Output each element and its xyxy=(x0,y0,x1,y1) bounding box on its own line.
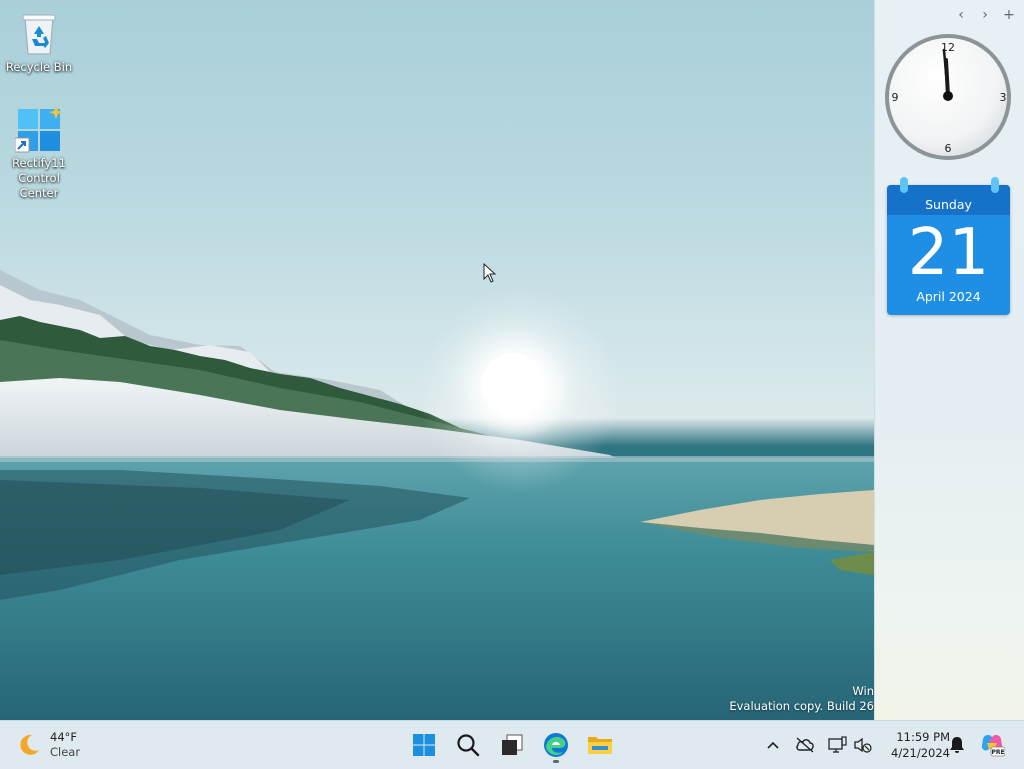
file-explorer-button[interactable] xyxy=(580,725,620,765)
evaluation-watermark: Win Evaluation copy. Build 26 xyxy=(729,684,874,714)
copilot-badge: PRE xyxy=(991,749,1004,756)
task-view-icon xyxy=(502,734,523,755)
copilot-button[interactable]: PRE xyxy=(978,733,1006,757)
sidebar-nav: ‹ › + xyxy=(953,6,1017,24)
moon-icon xyxy=(20,734,39,755)
network-icon xyxy=(828,736,847,753)
sidebar-add-gadget-button[interactable]: + xyxy=(1001,6,1017,24)
edge-icon xyxy=(544,733,568,757)
cloud-offline-icon xyxy=(796,737,814,753)
clock-numeral-6: 6 xyxy=(945,142,952,155)
clock-numeral-3: 3 xyxy=(1000,91,1007,104)
task-view-button[interactable] xyxy=(492,725,532,765)
weather-temp: 44°F xyxy=(50,730,77,744)
network-button[interactable] xyxy=(825,733,849,757)
taskbar-clock[interactable]: 11:59 PM 4/21/2024 xyxy=(878,729,950,761)
start-button[interactable] xyxy=(404,725,444,765)
mouse-cursor-icon xyxy=(483,263,497,283)
sidebar-prev-button[interactable]: ‹ xyxy=(953,6,969,24)
desktop-icon-recycle-bin[interactable]: Recycle Bin xyxy=(1,10,77,75)
desktop-icon-label: Rectify11 Control Center xyxy=(12,156,66,200)
windows-logo-icon xyxy=(413,734,435,756)
clock-numeral-9: 9 xyxy=(892,91,899,104)
weather-condition: Clear xyxy=(50,745,81,759)
sun xyxy=(481,353,545,417)
sidebar-next-button[interactable]: › xyxy=(977,6,993,24)
folder-icon xyxy=(588,737,612,754)
calendar-gadget[interactable]: Sunday 21 April 2024 xyxy=(887,177,1010,315)
calendar-month-year: April 2024 xyxy=(916,289,981,304)
calendar-day: 21 xyxy=(907,216,990,290)
bell-icon xyxy=(950,737,964,753)
rectify11-icon xyxy=(14,106,63,154)
running-indicator xyxy=(553,760,559,763)
copilot-icon: PRE xyxy=(981,735,1005,757)
notifications-button[interactable] xyxy=(946,733,968,757)
desktop-icon-rectify11[interactable]: Rectify11 Control Center xyxy=(1,106,77,201)
watermark-line1: Win xyxy=(852,684,874,698)
taskbar: 44°F Clear 11:59 PM 4/21/2024 PRE xyxy=(0,720,1024,769)
desktop-wallpaper: Recycle Bin Rectify11 Control Center Win… xyxy=(0,0,1024,720)
watermark-line2: Evaluation copy. Build 26 xyxy=(729,699,874,713)
calendar-ring-left xyxy=(900,177,908,193)
calendar-ring-right xyxy=(991,177,999,193)
weather-widget[interactable]: 44°F Clear xyxy=(16,727,80,763)
onedrive-button[interactable] xyxy=(793,733,817,757)
taskbar-time: 11:59 PM xyxy=(896,730,950,744)
search-icon xyxy=(457,734,480,757)
taskbar-date: 4/21/2024 xyxy=(891,746,950,760)
tray-overflow-button[interactable] xyxy=(764,733,782,757)
volume-mute-icon xyxy=(854,737,872,753)
edge-button[interactable] xyxy=(536,725,576,765)
volume-button[interactable] xyxy=(851,733,875,757)
recycle-bin-icon xyxy=(15,10,63,58)
desktop-icon-label: Recycle Bin xyxy=(5,60,73,74)
search-button[interactable] xyxy=(448,725,488,765)
chevron-up-icon xyxy=(767,741,779,749)
clock-gadget[interactable]: 12 3 6 9 xyxy=(883,32,1013,162)
